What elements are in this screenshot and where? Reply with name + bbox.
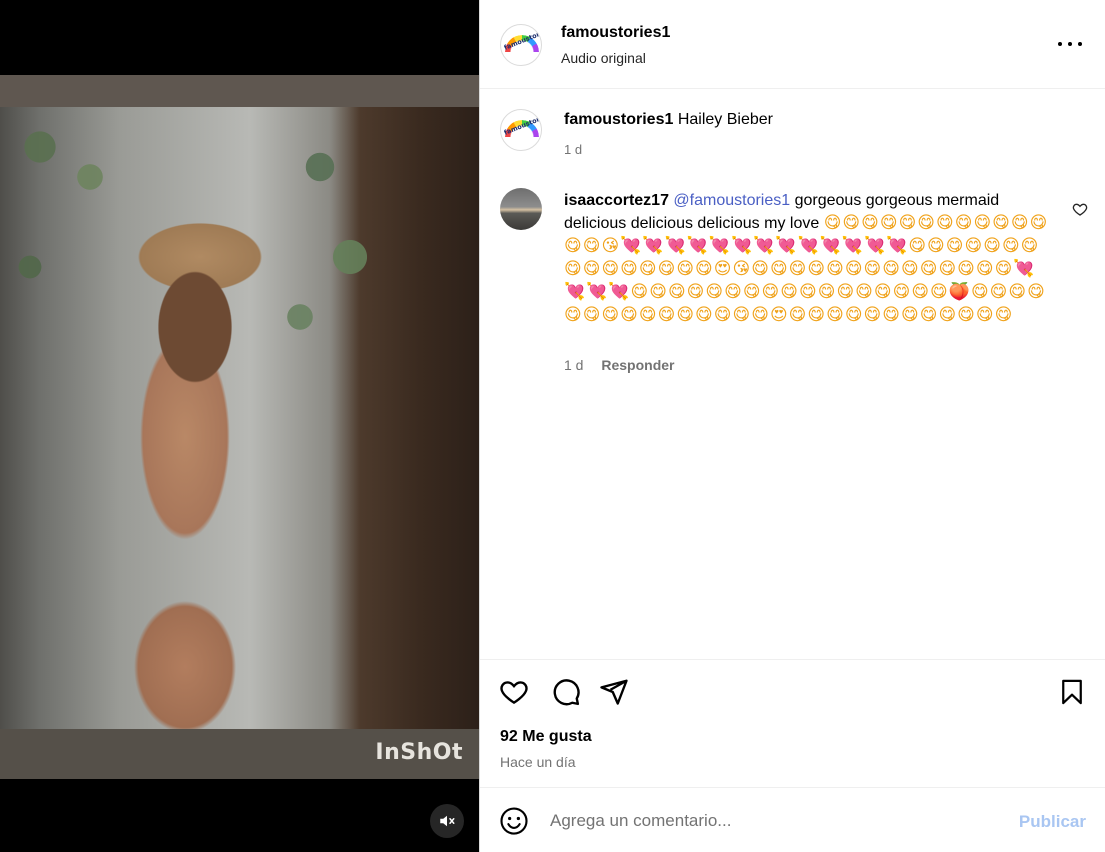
like-button[interactable] [498,676,530,708]
caption-username[interactable]: famoustories1 [564,111,673,128]
author-username[interactable]: famoustories1 [561,24,670,42]
dot [1068,42,1072,46]
post-actions: 92 Me gusta Hace un día [480,659,1105,787]
caption-author-avatar[interactable]: famoustories [500,109,542,151]
commenter-username[interactable]: isaaccortez17 [564,192,669,209]
reply-button[interactable]: Responder [601,357,674,373]
commenter-avatar[interactable] [500,188,542,230]
dot [1078,42,1082,46]
comment-button[interactable] [550,676,582,708]
heart-icon [500,681,528,705]
paper-plane-icon [600,679,628,705]
video-frame-top-band [0,75,479,107]
comment-timestamp[interactable]: 1 d [564,357,583,373]
post-media[interactable]: InShOt [0,0,479,852]
caption-timestamp[interactable]: 1 d [564,142,582,157]
audio-link[interactable]: Audio original [561,50,646,66]
likes-count[interactable]: 92 Me gusta [500,728,592,746]
bookmark-icon [1062,679,1082,705]
speaker-muted-icon [440,815,455,827]
inshot-watermark: InShOt [375,740,463,765]
mute-toggle-button[interactable] [430,804,464,838]
save-button[interactable] [1056,676,1088,708]
comment-input[interactable] [550,808,990,834]
dot [1058,42,1062,46]
comments-list[interactable]: famoustories famoustories1 Hailey Bieber… [480,89,1105,659]
post-detail-panel: famoustories famoustories1 Audio origina… [479,0,1105,852]
comment-body: isaaccortez17 @famoustories1 gorgeous go… [564,189,1054,327]
comment-mention[interactable]: @famoustories1 [673,192,790,209]
caption-text: Hailey Bieber [677,111,773,128]
caption-line: famoustories1 Hailey Bieber [564,111,773,129]
comment-meta: 1 d Responder [564,357,674,373]
share-button[interactable] [598,676,630,708]
post-header: famoustories famoustories1 Audio origina… [480,0,1105,89]
comment-composer: Publicar [480,787,1105,852]
author-avatar[interactable]: famoustories [500,24,542,66]
more-options-icon[interactable] [1058,34,1082,54]
photo-foliage [0,107,380,337]
comment-bubble-icon [553,679,580,706]
smiley-emoji-icon[interactable] [499,806,529,836]
comment-like-heart-icon[interactable] [1072,201,1088,217]
publish-button[interactable]: Publicar [1019,812,1086,832]
post-age[interactable]: Hace un día [500,754,576,770]
